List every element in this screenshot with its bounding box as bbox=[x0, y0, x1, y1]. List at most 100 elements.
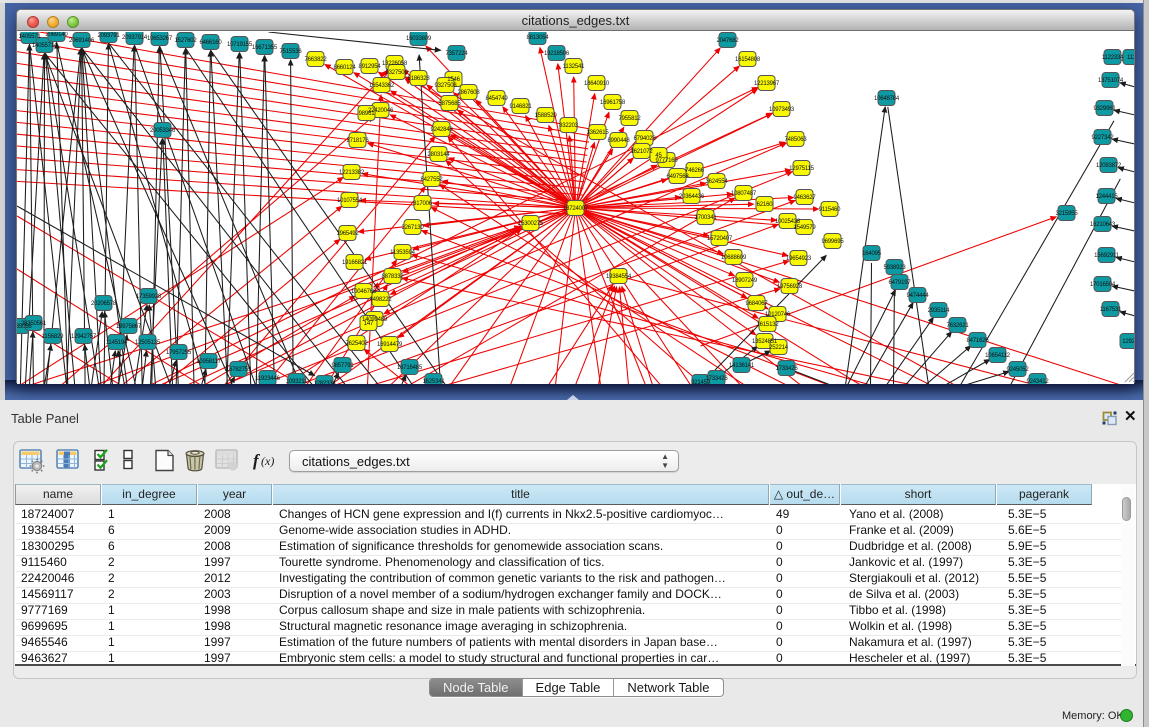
svg-text:9857791: 9857791 bbox=[332, 363, 355, 369]
svg-text:17359928: 17359928 bbox=[136, 294, 162, 300]
svg-text:13751074: 13751074 bbox=[1098, 78, 1124, 84]
svg-text:2093791: 2093791 bbox=[98, 33, 121, 39]
svg-text:20691406: 20691406 bbox=[69, 38, 95, 44]
svg-text:28350561: 28350561 bbox=[21, 321, 47, 327]
svg-text:12942757: 12942757 bbox=[71, 334, 97, 340]
svg-text:3875685: 3875685 bbox=[439, 101, 462, 107]
svg-text:817006: 817006 bbox=[413, 201, 433, 207]
svg-text:1733426: 1733426 bbox=[776, 366, 799, 372]
svg-text:2803144: 2803144 bbox=[428, 152, 451, 158]
svg-text:8878332: 8878332 bbox=[382, 274, 405, 280]
svg-text:832203: 832203 bbox=[559, 123, 579, 129]
svg-text:45: 45 bbox=[655, 153, 662, 159]
svg-text:16154808: 16154808 bbox=[735, 57, 761, 63]
svg-text:9463627: 9463627 bbox=[794, 195, 817, 201]
svg-text:7515536: 7515536 bbox=[280, 49, 303, 55]
svg-text:17016504: 17016504 bbox=[1090, 282, 1116, 288]
svg-text:10973493: 10973493 bbox=[769, 107, 795, 113]
svg-text:18724007: 18724007 bbox=[563, 206, 589, 212]
svg-text:15720407: 15720407 bbox=[707, 236, 733, 242]
svg-text:9327508: 9327508 bbox=[435, 83, 458, 89]
svg-text:16543362: 16543362 bbox=[369, 83, 395, 89]
svg-text:10654112: 10654112 bbox=[985, 353, 1011, 359]
svg-text:1588520: 1588520 bbox=[535, 113, 558, 119]
svg-text:2935114: 2935114 bbox=[928, 308, 950, 314]
svg-text:7357224: 7357224 bbox=[446, 51, 469, 57]
svg-text:1167531: 1167531 bbox=[1100, 307, 1122, 313]
svg-text:16914479: 16914479 bbox=[377, 342, 403, 348]
svg-text:10046766: 10046766 bbox=[351, 289, 377, 295]
svg-text:112: 112 bbox=[1127, 55, 1134, 61]
svg-text:5938923: 5938923 bbox=[884, 265, 907, 271]
svg-text:8660124: 8660124 bbox=[334, 65, 357, 71]
svg-text:3215955: 3215955 bbox=[1056, 211, 1079, 217]
svg-text:9699695: 9699695 bbox=[822, 239, 845, 245]
svg-text:3267130: 3267130 bbox=[402, 225, 425, 231]
svg-text:1282334: 1282334 bbox=[314, 381, 337, 384]
svg-text:9243412: 9243412 bbox=[1027, 379, 1050, 384]
svg-text:98961: 98961 bbox=[359, 111, 376, 117]
svg-text:20053346: 20053346 bbox=[150, 128, 176, 134]
svg-text:(x): (x) bbox=[261, 454, 274, 468]
svg-text:20937914: 20937914 bbox=[122, 35, 148, 41]
svg-text:12213382: 12213382 bbox=[339, 170, 365, 176]
svg-text:252214: 252214 bbox=[769, 345, 789, 351]
svg-text:10958117: 10958117 bbox=[196, 359, 222, 365]
svg-text:8813054: 8813054 bbox=[527, 35, 550, 41]
svg-text:20364436: 20364436 bbox=[679, 194, 705, 200]
svg-text:17957255: 17957255 bbox=[166, 350, 192, 356]
svg-text:1549579: 1549579 bbox=[794, 225, 817, 231]
svg-text:8454749: 8454749 bbox=[486, 96, 509, 102]
svg-text:164095: 164095 bbox=[862, 251, 882, 257]
svg-text:10107554: 10107554 bbox=[337, 198, 363, 204]
svg-text:16782759: 16782759 bbox=[226, 367, 252, 373]
svg-text:8912954: 8912954 bbox=[359, 64, 382, 70]
svg-text:2047682: 2047682 bbox=[717, 38, 740, 44]
svg-text:6794028: 6794028 bbox=[634, 136, 657, 142]
svg-text:10807487: 10807487 bbox=[731, 191, 757, 197]
svg-text:147: 147 bbox=[364, 321, 374, 327]
svg-text:13226058: 13226058 bbox=[382, 61, 408, 67]
svg-text:1700341: 1700341 bbox=[695, 215, 718, 221]
svg-text:8471626: 8471626 bbox=[967, 338, 990, 344]
svg-text:18640910: 18640910 bbox=[584, 81, 610, 87]
svg-text:9684067: 9684067 bbox=[746, 301, 769, 307]
svg-text:1093211: 1093211 bbox=[286, 379, 308, 384]
svg-text:8186328: 8186328 bbox=[408, 76, 431, 82]
svg-text:19384554: 19384554 bbox=[606, 274, 632, 280]
svg-text:1625341: 1625341 bbox=[423, 379, 446, 384]
svg-text:2718176: 2718176 bbox=[347, 138, 370, 144]
svg-text:1156829: 1156829 bbox=[42, 334, 64, 340]
svg-text:14136141: 14136141 bbox=[729, 363, 755, 369]
svg-text:11353594: 11353594 bbox=[390, 250, 416, 256]
svg-text:1122334: 1122334 bbox=[1102, 55, 1124, 61]
svg-text:16033809: 16033809 bbox=[406, 36, 432, 42]
svg-text:7955812: 7955812 bbox=[619, 116, 642, 122]
svg-text:1292: 1292 bbox=[1122, 339, 1134, 345]
svg-text:62160: 62160 bbox=[757, 202, 774, 208]
svg-text:11923446: 11923446 bbox=[255, 376, 281, 382]
svg-text:4498222: 4498222 bbox=[370, 297, 393, 303]
svg-text:6466160: 6466160 bbox=[200, 40, 223, 46]
svg-text:2867608: 2867608 bbox=[458, 90, 481, 96]
svg-text:10719155: 10719155 bbox=[227, 42, 253, 48]
svg-text:15692911: 15692911 bbox=[1094, 253, 1120, 259]
svg-text:8427552: 8427552 bbox=[421, 177, 444, 183]
svg-text:10648784: 10648784 bbox=[874, 96, 900, 102]
svg-text:7625402: 7625402 bbox=[346, 341, 369, 347]
svg-text:f: f bbox=[253, 451, 261, 470]
svg-text:10688609: 10688609 bbox=[721, 255, 747, 261]
svg-text:20206578: 20206578 bbox=[91, 301, 117, 307]
svg-text:10653267: 10653267 bbox=[147, 36, 173, 42]
svg-text:6479197: 6479197 bbox=[889, 280, 912, 286]
svg-text:9227342: 9227342 bbox=[1092, 135, 1115, 141]
svg-text:12975115: 12975115 bbox=[789, 166, 815, 172]
svg-text:3624554: 3624554 bbox=[706, 179, 729, 185]
svg-text:9146821: 9146821 bbox=[510, 104, 533, 110]
svg-text:2069140: 2069140 bbox=[46, 32, 69, 38]
svg-text:6497568: 6497568 bbox=[667, 174, 690, 180]
svg-text:9245052: 9245052 bbox=[1007, 367, 1030, 373]
svg-text:16961758: 16961758 bbox=[600, 100, 626, 106]
svg-text:19975867: 19975867 bbox=[116, 324, 142, 330]
svg-text:1132541: 1132541 bbox=[563, 64, 585, 70]
